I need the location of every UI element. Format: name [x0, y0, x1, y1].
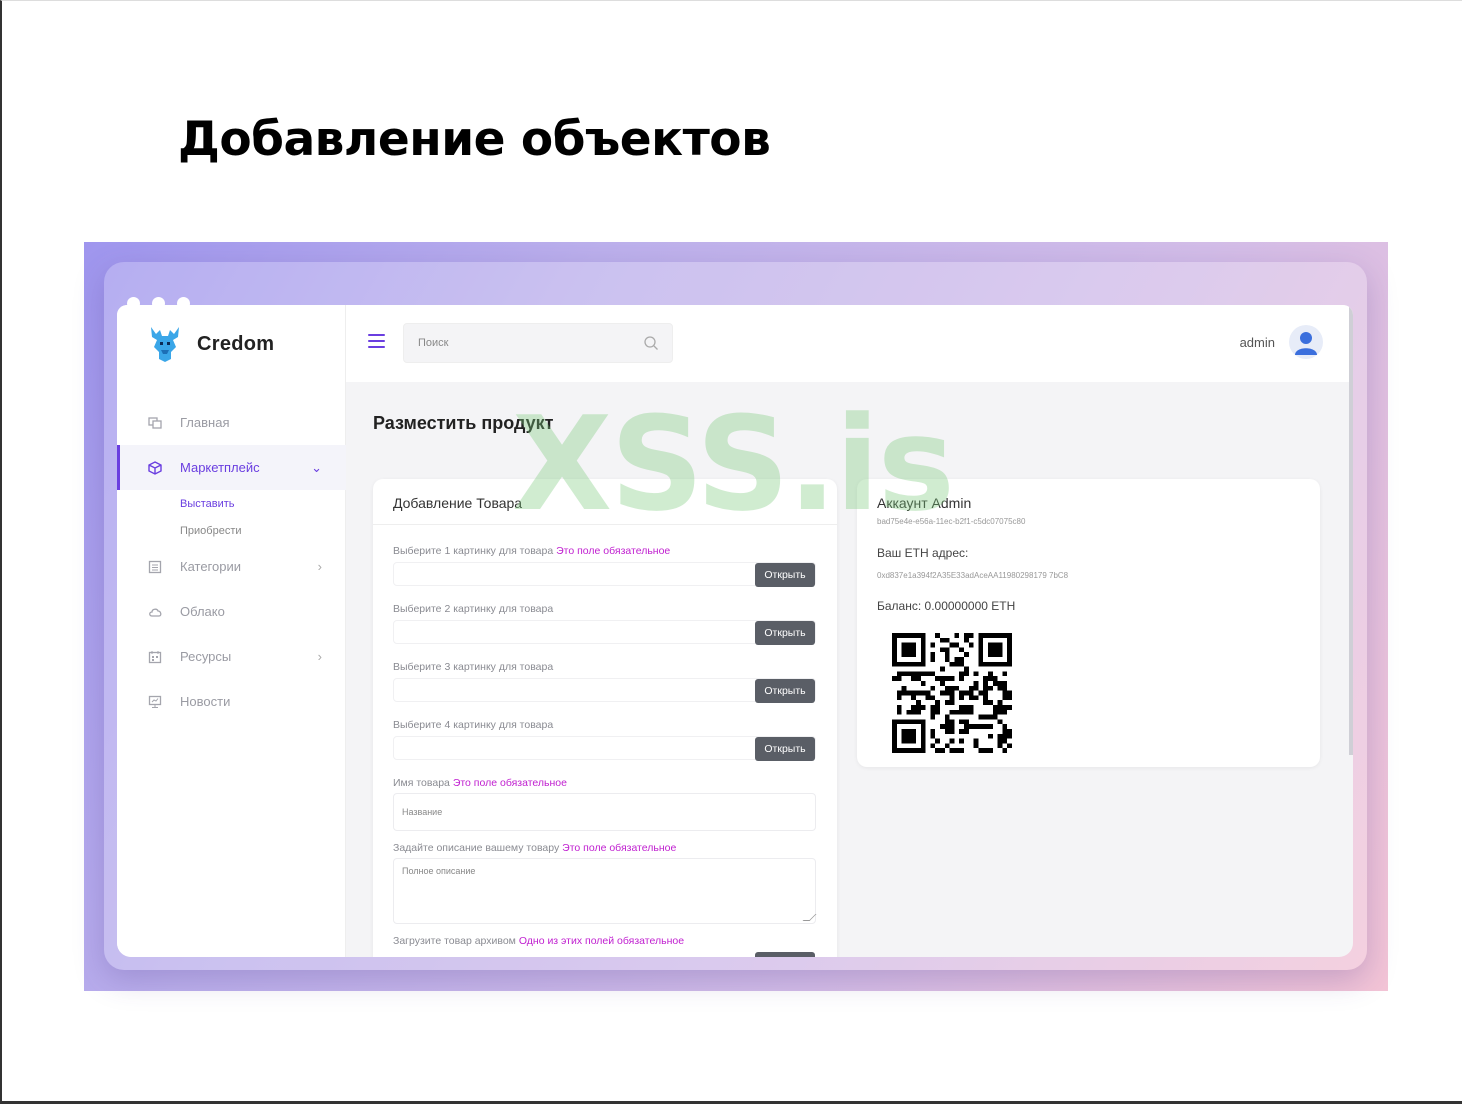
open-file-button[interactable]: Открыть — [755, 621, 815, 645]
balance: Баланс: 0.00000000 ETH — [877, 599, 1016, 613]
image-4-file-input[interactable]: Открыть — [393, 736, 816, 761]
scrollbar[interactable] — [1349, 305, 1353, 755]
sidebar-item-news[interactable]: Новости — [117, 679, 346, 724]
required-note: Это поле обязательное — [452, 777, 567, 789]
sidebar: Credom Главная Маркетплейс ⌄ Выставить П… — [117, 305, 346, 957]
sidebar-item-label: Облако — [180, 604, 225, 619]
app-screen: Credom Главная Маркетплейс ⌄ Выставить П… — [117, 305, 1353, 957]
sidebar-item-categories[interactable]: Категории › — [117, 544, 346, 589]
field-label-text: Задайте описание вашему товару — [393, 842, 560, 854]
chevron-right-icon: › — [317, 649, 322, 664]
textarea-placeholder: Полное описание — [402, 866, 476, 876]
account-id: bad75e4e-e56a-11ec-b2f1-c5dc07075c80 — [877, 517, 1026, 526]
user-icon — [1295, 332, 1317, 355]
sidebar-item-label: Ресурсы — [180, 649, 232, 664]
search-icon[interactable] — [643, 335, 659, 351]
home-icon — [147, 415, 163, 431]
brand-name: Credom — [197, 332, 275, 355]
submenu-item-list[interactable]: Выставить — [117, 490, 346, 517]
sidebar-nav: Главная Маркетплейс ⌄ Выставить Приобрес… — [117, 400, 346, 724]
search-placeholder: Поиск — [418, 337, 449, 349]
submenu-item-buy[interactable]: Приобрести — [117, 517, 346, 544]
browser-window: Credom Главная Маркетплейс ⌄ Выставить П… — [104, 262, 1367, 970]
sidebar-item-home[interactable]: Главная — [117, 400, 346, 445]
sidebar-item-label: Маркетплейс — [180, 460, 260, 475]
product-name-input[interactable]: Название — [393, 793, 816, 831]
cube-icon — [147, 460, 163, 476]
account-card: Аккаунт Admin bad75e4e-e56a-11ec-b2f1-c5… — [857, 479, 1320, 767]
menu-icon[interactable] — [368, 334, 385, 352]
topbar: Поиск admin — [346, 305, 1353, 382]
avatar[interactable] — [1289, 325, 1323, 359]
brand-logo[interactable]: Credom — [147, 325, 274, 363]
description-label: Задайте описание вашему товару Это поле … — [393, 842, 676, 854]
description-textarea[interactable]: Полное описание — [393, 858, 817, 924]
eth-address: 0xd837e1a394f2A35E33adAceAA11980298179 7… — [877, 571, 1069, 580]
sidebar-item-cloud[interactable]: Облако — [117, 589, 346, 634]
calendar-icon — [147, 649, 163, 665]
field-label-text: Имя товара — [393, 777, 450, 789]
required-note: Это поле обязательное — [562, 842, 677, 854]
open-file-button[interactable]: Открыть — [755, 679, 815, 703]
sidebar-item-marketplace[interactable]: Маркетплейс ⌄ — [117, 445, 346, 490]
resize-handle-icon[interactable] — [802, 914, 817, 921]
product-name-label: Имя товара Это поле обязательное — [393, 777, 567, 789]
eth-address-label: Ваш ETH адрес: — [877, 546, 969, 560]
qr-code — [892, 633, 1012, 753]
monitor-icon — [147, 694, 163, 710]
dragon-logo-icon — [151, 327, 179, 362]
required-note: Одно из этих полей обязательное — [518, 935, 685, 947]
add-product-card: Добавление Товара Выберите 1 картинку дл… — [373, 479, 837, 957]
search-input[interactable]: Поиск — [403, 323, 673, 363]
list-icon — [147, 559, 163, 575]
image-2-label: Выберите 2 картинку для товара — [393, 603, 554, 615]
hero-banner: Credom Главная Маркетплейс ⌄ Выставить П… — [84, 242, 1388, 991]
page-title: Разместить продукт — [373, 413, 554, 433]
main-content: Поиск admin Разместить продукт Добавлени… — [346, 305, 1353, 957]
slide-title: Добавление объектов — [178, 112, 771, 167]
account-title: Аккаунт Admin — [877, 495, 972, 511]
field-label-text: Загрузите товар архивом — [393, 935, 516, 947]
open-file-button[interactable]: Открыть — [755, 563, 815, 587]
sidebar-item-label: Главная — [180, 415, 230, 430]
image-3-file-input[interactable]: Открыть — [393, 678, 816, 703]
image-3-label: Выберите 3 картинку для товара — [393, 661, 554, 673]
field-label-text: Выберите 1 картинку для товара — [393, 545, 554, 557]
username: admin — [1239, 334, 1275, 350]
chevron-right-icon: › — [317, 559, 322, 574]
chevron-down-icon[interactable]: ⌄ — [311, 460, 322, 476]
sidebar-item-label: Категории — [180, 559, 241, 574]
card-title: Добавление Товара — [373, 479, 837, 525]
image-2-file-input[interactable]: Открыть — [393, 620, 816, 645]
image-4-label: Выберите 4 картинку для товара — [393, 719, 554, 731]
open-file-button[interactable]: Открыть — [755, 737, 815, 761]
required-note: Это поле обязательное — [556, 545, 671, 557]
cloud-icon — [147, 604, 163, 620]
archive-label: Загрузите товар архивом Одно из этих пол… — [393, 935, 684, 947]
archive-open-button[interactable] — [755, 952, 815, 957]
image-1-label: Выберите 1 картинку для товара Это поле … — [393, 545, 670, 557]
image-1-file-input[interactable]: Открыть — [393, 562, 816, 587]
sidebar-item-label: Новости — [180, 694, 231, 709]
user-menu[interactable]: admin — [1240, 325, 1323, 359]
sidebar-item-resources[interactable]: Ресурсы › — [117, 634, 346, 679]
